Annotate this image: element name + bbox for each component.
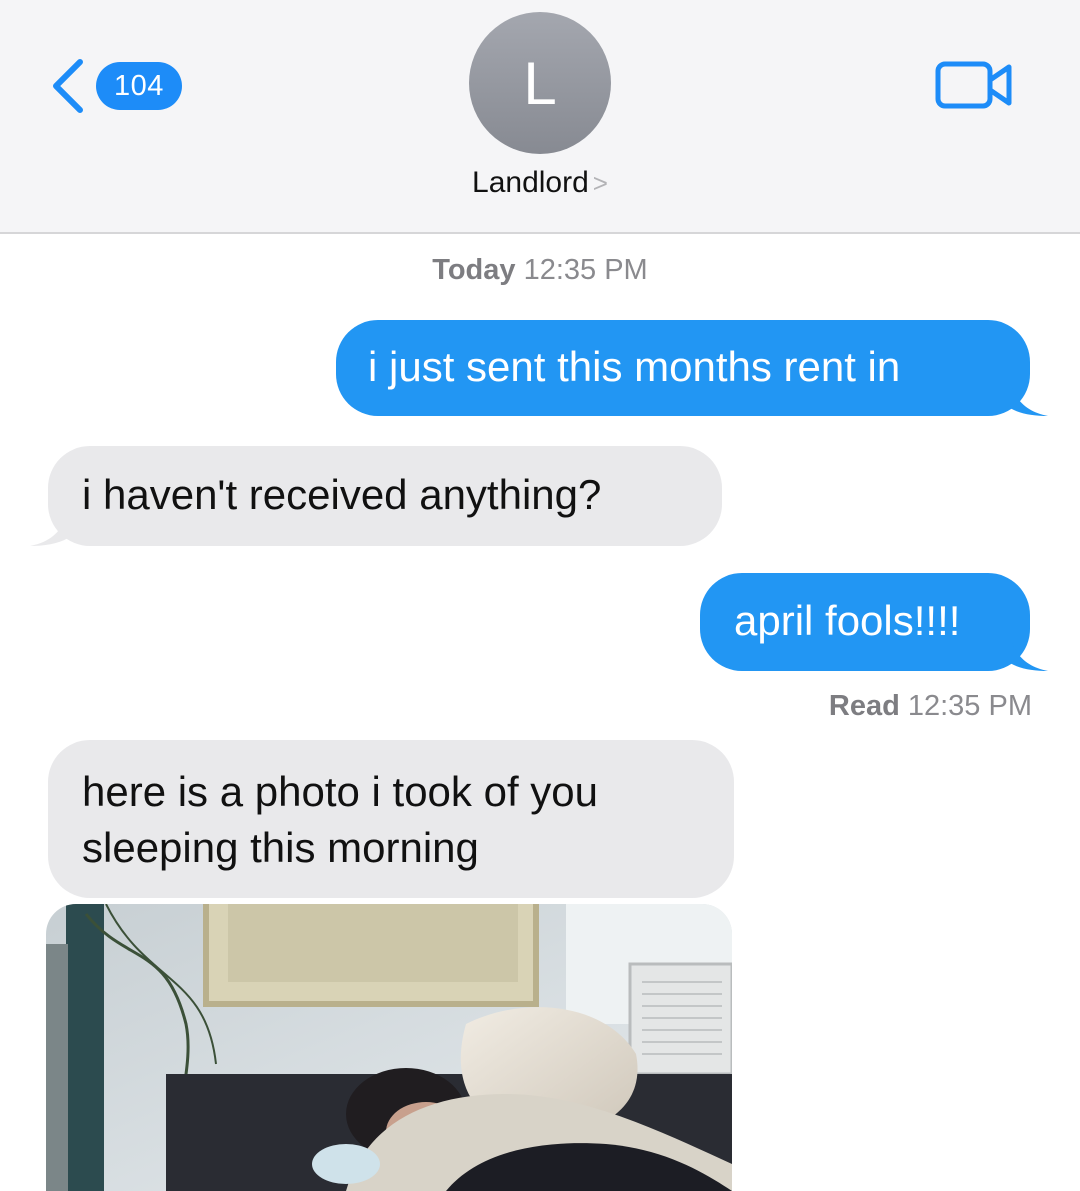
contact-avatar[interactable]: L: [469, 12, 611, 154]
back-button[interactable]: 104: [46, 56, 182, 116]
timestamp-time: 12:35 PM: [523, 254, 648, 286]
contact-name: Landlord: [472, 166, 589, 199]
video-call-button[interactable]: [935, 58, 1015, 119]
message-text: here is a photo i took of you sleeping t…: [82, 768, 598, 871]
outgoing-message-bubble[interactable]: april fools!!!!: [700, 573, 1048, 671]
avatar-initial: L: [523, 49, 557, 117]
incoming-message-bubble[interactable]: here is a photo i took of you sleeping t…: [48, 740, 734, 898]
photo-attachment[interactable]: [46, 904, 732, 1191]
incoming-message-bubble[interactable]: i haven't received anything?: [30, 446, 722, 546]
sleeping-person-photo: [46, 904, 732, 1191]
bubble-tail: [1010, 637, 1048, 671]
message-timestamp: Today 12:35 PM: [0, 254, 1080, 287]
read-receipt: Read 12:35 PM: [829, 690, 1032, 723]
unread-count-badge: 104: [96, 62, 182, 110]
video-camera-icon: [935, 61, 1012, 109]
bubble-tail: [30, 512, 68, 546]
read-time: 12:35 PM: [907, 690, 1032, 722]
outgoing-message-bubble[interactable]: i just sent this months rent in: [336, 320, 1048, 416]
conversation-header: 104 L Landlord >: [0, 0, 1080, 234]
chevron-right-icon: >: [592, 168, 608, 198]
message-text: i just sent this months rent in: [368, 343, 901, 390]
bubble-tail: [1010, 382, 1048, 416]
message-text: i haven't received anything?: [82, 471, 602, 518]
timestamp-day: Today: [432, 254, 516, 286]
chevron-left-icon: [53, 59, 83, 113]
read-label: Read: [828, 690, 900, 722]
contact-name-button[interactable]: Landlord >: [0, 166, 1080, 200]
message-text: april fools!!!!: [734, 597, 961, 644]
